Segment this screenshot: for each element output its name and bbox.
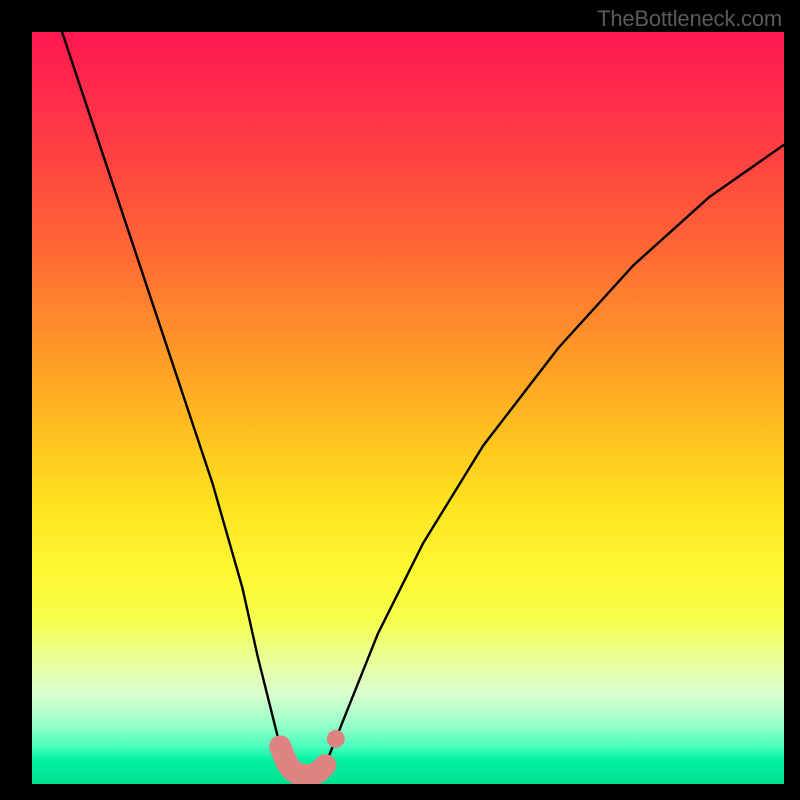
optimum-highlight (280, 746, 325, 775)
chart-curve-layer (32, 32, 784, 784)
bottleneck-curve (62, 32, 784, 775)
optimum-end-marker (327, 730, 345, 748)
chart-plot-area (32, 32, 784, 784)
watermark-text: TheBottleneck.com (597, 6, 782, 32)
